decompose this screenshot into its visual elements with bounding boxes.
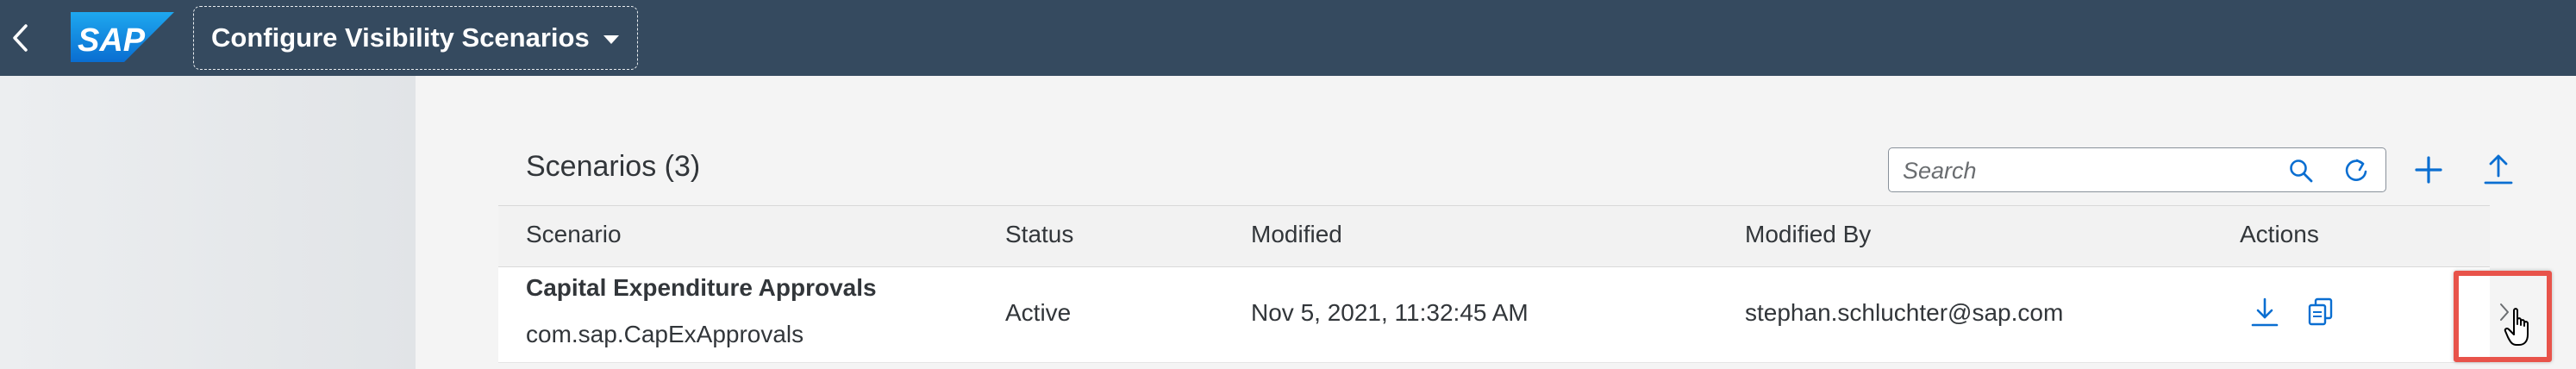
search-input[interactable] bbox=[1901, 155, 2232, 186]
scenario-name: Capital Expenditure Approvals bbox=[526, 274, 877, 301]
app-title: Configure Visibility Scenarios bbox=[211, 22, 590, 53]
download-icon[interactable] bbox=[2250, 297, 2279, 328]
shell-bar: SAP Configure Visibility Scenarios bbox=[0, 0, 2576, 76]
back-icon bbox=[13, 24, 28, 52]
column-header-status[interactable]: Status bbox=[1005, 221, 1073, 248]
side-pane bbox=[0, 76, 416, 369]
search-field[interactable] bbox=[1888, 147, 2386, 192]
column-header-modified[interactable]: Modified bbox=[1251, 221, 1342, 248]
refresh-icon[interactable] bbox=[2342, 157, 2370, 184]
scenario-modified: Nov 5, 2021, 11:32:45 AM bbox=[1251, 299, 1529, 326]
scenario-status: Active bbox=[1005, 299, 1072, 326]
scenario-id: com.sap.CapExApprovals bbox=[526, 321, 804, 347]
search-icon[interactable] bbox=[2289, 159, 2313, 183]
hand-cursor-icon bbox=[2504, 308, 2529, 346]
caret-down-icon bbox=[603, 35, 619, 44]
add-icon[interactable] bbox=[2414, 155, 2443, 184]
column-header-scenario[interactable]: Scenario bbox=[526, 221, 622, 248]
sap-logo[interactable]: SAP bbox=[71, 12, 174, 62]
copy-icon[interactable] bbox=[2307, 297, 2335, 328]
app-title-menu-button[interactable]: Configure Visibility Scenarios bbox=[193, 6, 638, 70]
scenario-modified-by: stephan.schluchter@sap.com bbox=[1745, 299, 2064, 326]
back-button[interactable] bbox=[0, 0, 40, 76]
svg-text:SAP: SAP bbox=[78, 22, 146, 59]
upload-icon[interactable] bbox=[2483, 152, 2514, 186]
table-header-row bbox=[498, 205, 2490, 267]
column-header-modified-by[interactable]: Modified By bbox=[1745, 221, 1871, 248]
column-header-actions: Actions bbox=[2240, 221, 2319, 247]
table-title: Scenarios (3) bbox=[526, 150, 701, 183]
